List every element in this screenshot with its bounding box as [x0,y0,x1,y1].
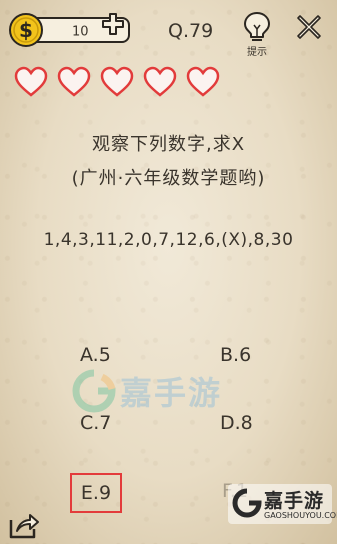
hint-button[interactable]: 提示 [240,10,274,58]
heart-icon [143,66,177,97]
watermark-corner-logo-icon [232,488,262,518]
option-e-selected[interactable]: E.9 [70,473,122,513]
option-b[interactable]: B.6 [220,344,251,366]
number-sequence: 1,4,3,11,2,0,7,12,6,(X),8,30 [43,230,294,250]
coin-value: 10 [72,24,89,40]
option-c[interactable]: C.7 [80,412,111,434]
share-button[interactable] [8,510,40,540]
lightbulb-icon [244,12,270,41]
watermark-center-text: 嘉手游 [120,374,223,412]
heart-icon [186,66,220,97]
option-e-label: E.9 [80,482,112,504]
option-a[interactable]: A.5 [80,344,111,366]
lives-hearts [13,66,221,98]
watermark-corner-text: 嘉手游 [264,490,325,512]
question-subtitle: (广州·六年级数学题哟) [71,168,266,189]
watermark-corner-url: GAOSHOUYOU.COM [264,511,337,520]
option-d[interactable]: D.8 [220,412,253,434]
watermark-corner: 嘉手游 GAOSHOUYOU.COM [228,484,337,524]
watermark-center: 嘉手游 [72,368,222,414]
coin-icon: $ [9,13,43,47]
heart-icon [100,66,134,97]
hint-label: 提示 [247,47,267,58]
add-coins-button[interactable] [101,12,125,36]
heart-icon [14,66,48,97]
svg-text:$: $ [19,18,33,42]
level-label: Q.79 [168,20,214,42]
question-title: 观察下列数字,求X [91,134,246,155]
close-button[interactable] [296,14,322,40]
watermark-logo-icon [72,369,116,413]
heart-icon [57,66,91,97]
